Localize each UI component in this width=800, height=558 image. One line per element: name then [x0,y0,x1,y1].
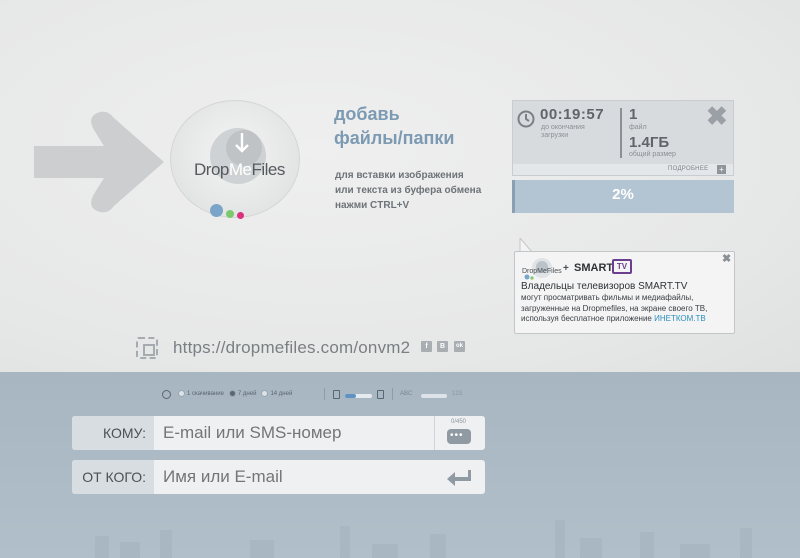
expiry-clock-icon [162,390,171,399]
tv-logo-icon: TV [612,259,632,274]
option-1-download[interactable]: 1 скачивание [178,390,224,397]
details-plus-icon[interactable]: + [717,165,726,174]
radio-1-download[interactable] [178,390,185,397]
details-link[interactable]: ПОДРОБНЕЕ [668,166,708,172]
copy-link-icon[interactable] [136,337,158,359]
download-arrow-icon [235,133,249,153]
password-type-slider[interactable] [421,394,447,398]
city-silhouette [95,520,752,558]
add-files-title: добавь файлы/папки [334,104,455,148]
vk-share-icon[interactable]: В [437,341,448,352]
option-7-days[interactable]: 7 дней [228,390,256,397]
recipient-input[interactable] [163,416,425,450]
promo-plus: + [563,263,569,274]
lock-open-icon [333,390,340,399]
logo-dot-green [226,210,234,218]
files-count: 1 [629,106,638,123]
options-divider [324,388,325,400]
radio-14-days[interactable] [261,390,269,397]
radio-7-days[interactable] [228,390,236,397]
password-slider[interactable] [345,394,372,398]
arrow-right-icon [34,111,164,213]
smart-logo-text: SMART [574,262,614,274]
total-size: 1.4ГБ [629,134,670,151]
lock-closed-icon [377,390,384,399]
promo-headline: Владельцы телевизоров SMART.TV [521,281,688,292]
time-remaining: 00:19:57 [540,106,605,123]
sms-icon[interactable] [447,429,471,444]
share-url[interactable]: https://dropmefiles.com/onvm2 [173,338,410,358]
logo-dot-blue [210,204,223,217]
clock-icon [517,110,535,128]
sender-input[interactable] [163,460,425,494]
promo-app-link[interactable]: ИНЕТКОМ.ТВ [654,314,706,323]
files-count-label: файл [629,124,647,131]
sms-char-count: 0/450 [451,419,467,425]
logo-wordmark: DropMeFiles [194,160,285,179]
divider [620,108,622,158]
password-type-abc: ABC [400,391,413,397]
mini-logo-text: DropMeFiles [522,268,562,275]
ok-share-icon[interactable]: ok [454,341,465,352]
upload-progress-percent: 2% [612,186,634,203]
promo-body: могут просматривать фильмы и медиафайлы,… [521,293,708,323]
recipient-label: КОМУ: [72,416,154,450]
password-type-123: 123 [452,391,463,397]
logo-dot-pink [237,212,244,219]
sender-label: ОТ КОГО: [72,460,154,494]
total-size-label: общий размер [629,151,676,158]
cancel-upload-button[interactable]: ✖ [706,103,728,129]
paste-hint: для вставки изображения или текста из буф… [335,170,482,211]
time-remaining-label: до окончания загрузки [541,124,585,139]
facebook-share-icon[interactable]: f [421,341,432,352]
enter-send-icon[interactable] [446,468,474,488]
expiry-options: 1 скачивание 7 дней 14 дней [178,390,292,397]
option-14-days[interactable]: 14 дней [261,390,292,397]
promo-close-button[interactable]: ✖ [722,252,731,265]
options-divider [392,388,393,400]
